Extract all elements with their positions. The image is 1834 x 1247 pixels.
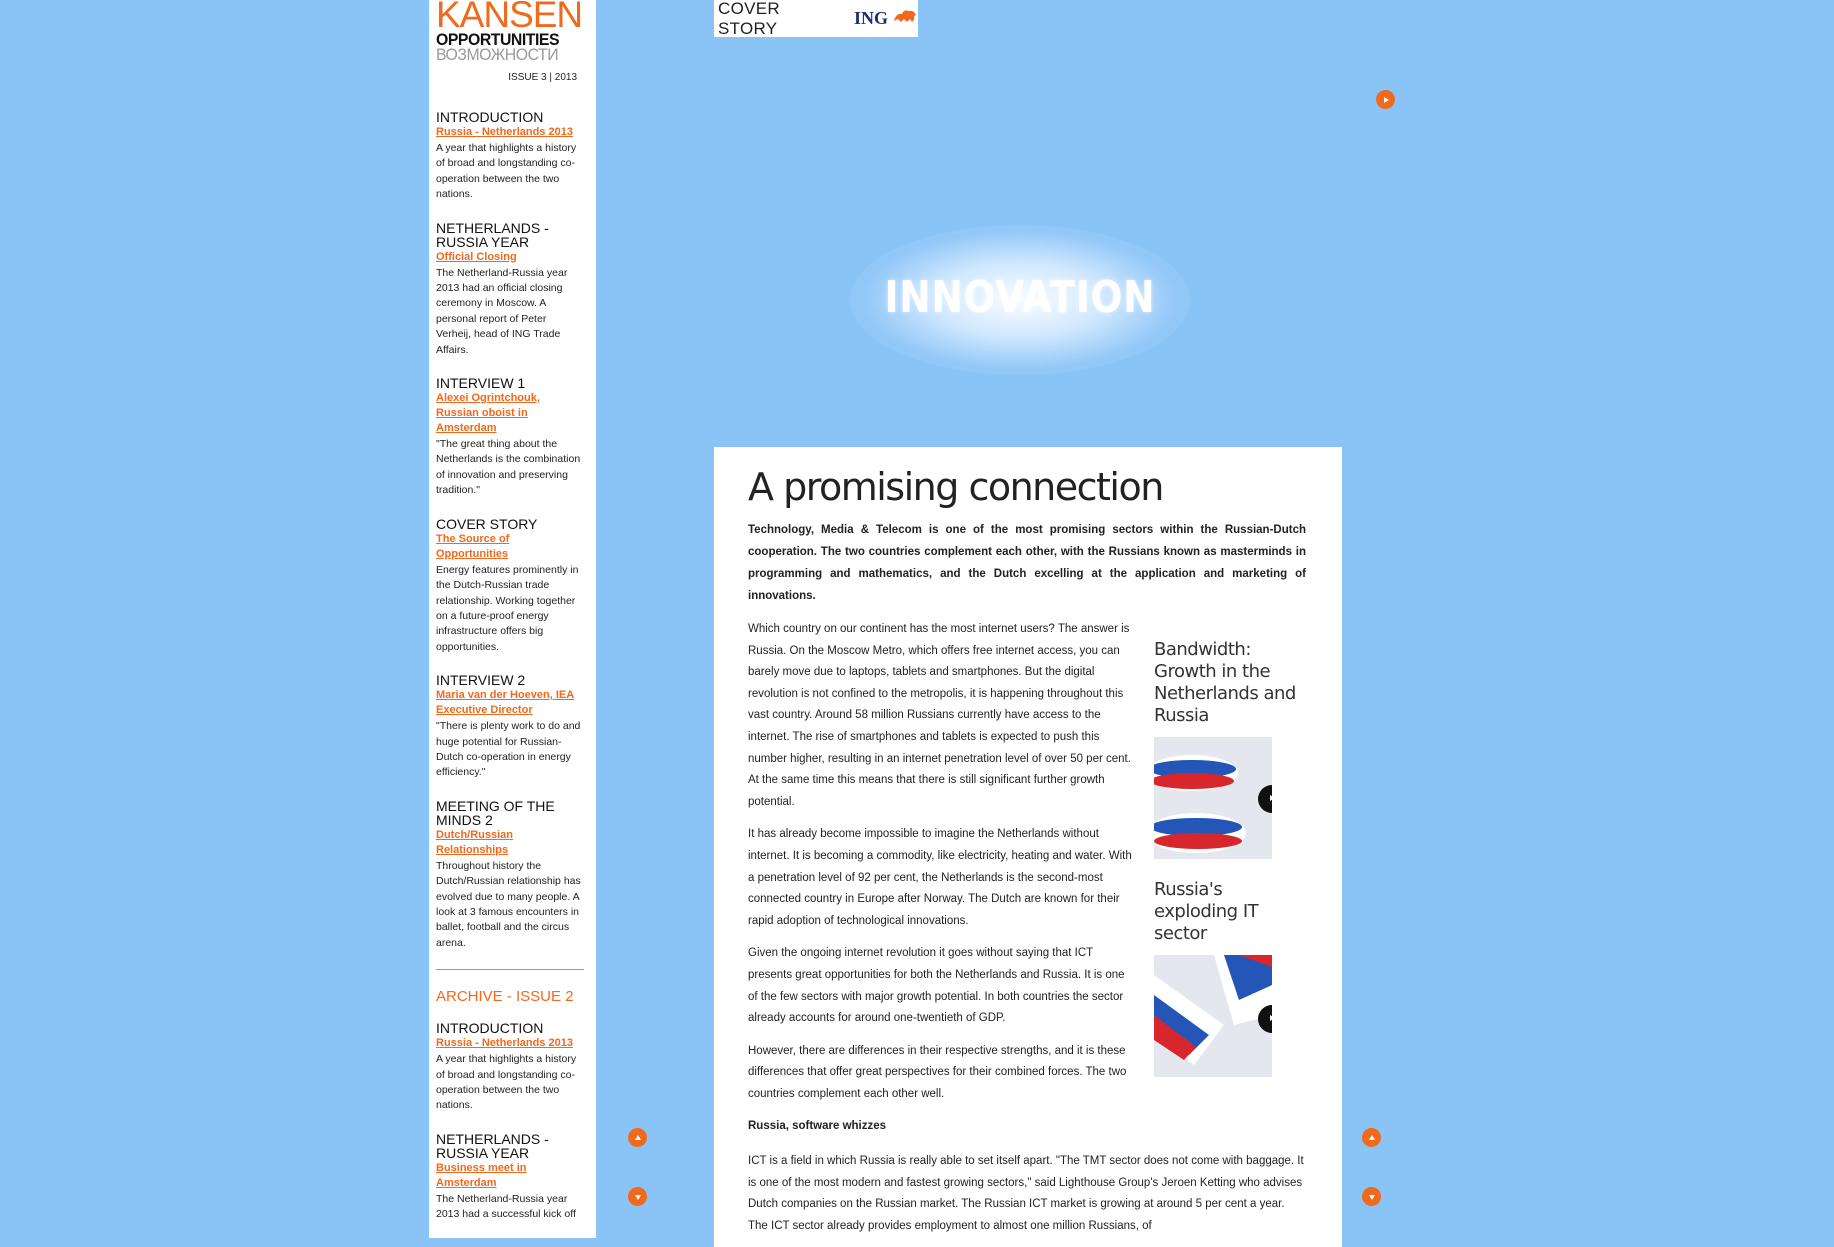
toc-description: The Netherland-Russia year 2013 had a su… bbox=[436, 1192, 576, 1221]
toc-description: Energy features prominently in the Dutch… bbox=[436, 563, 579, 653]
toc-link[interactable]: Business meet in Amsterdam bbox=[436, 1161, 584, 1191]
issue-label: ISSUE 3 | 2013 bbox=[508, 72, 577, 83]
toc-item: COVER STORY The Source of Opportunities … bbox=[436, 517, 584, 655]
toc-description: A year that highlights a history of broa… bbox=[436, 142, 577, 201]
paragraph: Given the ongoing internet revolution it… bbox=[748, 947, 1125, 1025]
arrow-up-icon bbox=[1368, 1134, 1376, 1142]
toc-item: INTRODUCTION Russia - Netherlands 2013 A… bbox=[436, 110, 584, 203]
subheading: Russia, software whizzes bbox=[748, 1120, 887, 1133]
logo-russian: ВОЗМОЖНОСТИ bbox=[436, 45, 559, 64]
arrow-down-icon bbox=[1368, 1193, 1376, 1201]
archive-item: NETHERLANDS - RUSSIA YEAR Business meet … bbox=[436, 1132, 584, 1223]
toc-link[interactable]: Russia - Netherlands 2013 bbox=[436, 125, 584, 140]
toc-item: MEETING OF THE MINDS 2 Dutch/Russian Rel… bbox=[436, 799, 584, 951]
cover-story-label: COVER STORY bbox=[718, 0, 780, 38]
russian-flags-image bbox=[1154, 955, 1272, 1077]
next-button[interactable] bbox=[1376, 90, 1395, 109]
cover-story-badge[interactable]: COVER STORY ING bbox=[714, 0, 918, 38]
video-thumbnail[interactable] bbox=[1154, 955, 1272, 1077]
toc-heading: INTRODUCTION bbox=[436, 1020, 544, 1037]
toc-link[interactable]: Alexei Ogrintchouk, Russian oboist in Am… bbox=[436, 391, 584, 436]
paragraph: However, there are differences in their … bbox=[748, 1044, 1127, 1100]
video-title: Russia's exploding IT sector bbox=[1154, 879, 1259, 944]
play-icon bbox=[1267, 790, 1272, 808]
paragraph: It has already become impossible to imag… bbox=[748, 828, 1132, 927]
ing-logo: ING bbox=[853, 8, 888, 28]
toc-item: NETHERLANDS - RUSSIA YEAR Official Closi… bbox=[436, 221, 584, 358]
scroll-up-button[interactable] bbox=[628, 1128, 647, 1147]
toc-item: INTERVIEW 1 Alexei Ogrintchouk, Russian … bbox=[436, 376, 584, 499]
video-sidebar: Bandwidth: Growth in the Netherlands and… bbox=[1154, 639, 1304, 1097]
toc-description: The Netherland-Russia year 2013 had an o… bbox=[436, 266, 568, 356]
sidebar: KANSEN OPPORTUNITIES ВОЗМОЖНОСТИ ISSUE 3… bbox=[429, 0, 596, 1238]
toc-description: "There is plenty work to do and huge pot… bbox=[436, 720, 581, 779]
article-lead: Technology, Media & Telecom is one of th… bbox=[748, 524, 1306, 602]
toc-heading: MEETING OF THE MINDS 2 bbox=[436, 797, 555, 828]
toc-heading: INTERVIEW 1 bbox=[436, 375, 526, 392]
article-body-full: ICT is a field in which Russia is really… bbox=[748, 1151, 1306, 1237]
table-of-contents: INTRODUCTION Russia - Netherlands 2013 A… bbox=[436, 110, 584, 1238]
archive-heading: ARCHIVE - ISSUE 2 bbox=[436, 988, 574, 1006]
toc-heading: NETHERLANDS - RUSSIA YEAR bbox=[436, 1130, 549, 1161]
toc-link[interactable]: Official Closing bbox=[436, 250, 584, 265]
toc-link[interactable]: The Source of Opportunities bbox=[436, 532, 584, 562]
paragraph: ICT is a field in which Russia is really… bbox=[748, 1155, 1304, 1232]
toc-heading: INTRODUCTION bbox=[436, 109, 544, 125]
toc-description: "The great thing about the Netherlands i… bbox=[436, 438, 581, 497]
toc-heading: NETHERLANDS - RUSSIA YEAR bbox=[436, 219, 549, 250]
toc-description: A year that highlights a history of broa… bbox=[436, 1053, 577, 1112]
video-title: Bandwidth: Growth in the Netherlands and… bbox=[1154, 639, 1296, 726]
logo-kansen[interactable]: KANSEN bbox=[436, 0, 583, 33]
toc-link[interactable]: Russia - Netherlands 2013 bbox=[436, 1036, 584, 1051]
paragraph: Which country on our continent has the m… bbox=[748, 623, 1131, 808]
toc-description: Throughout history the Dutch/Russian rel… bbox=[436, 859, 581, 949]
toc-link[interactable]: Dutch/Russian Relationships bbox=[436, 828, 584, 858]
arrow-up-icon bbox=[634, 1134, 642, 1142]
toc-item: INTERVIEW 2 Maria van der Hoeven, IEA Ex… bbox=[436, 673, 584, 781]
scroll-down-button[interactable] bbox=[628, 1187, 647, 1206]
article-title: A promising connection bbox=[748, 465, 1164, 509]
archive-item: INTRODUCTION Russia - Netherlands 2013 A… bbox=[436, 1021, 584, 1114]
play-right-icon bbox=[1382, 96, 1390, 104]
lion-icon bbox=[892, 7, 918, 30]
divider bbox=[436, 969, 584, 971]
scroll-down-button[interactable] bbox=[1362, 1187, 1381, 1206]
toc-heading: COVER STORY bbox=[436, 515, 538, 532]
bandwidth-image bbox=[1154, 737, 1272, 859]
scroll-up-button[interactable] bbox=[1362, 1128, 1381, 1147]
article: A promising connection Technology, Media… bbox=[714, 447, 1342, 1247]
toc-heading: INTERVIEW 2 bbox=[436, 672, 526, 689]
article-body: Which country on our continent has the m… bbox=[748, 619, 1133, 1149]
toc-link[interactable]: Maria van der Hoeven, IEA Executive Dire… bbox=[436, 688, 584, 718]
arrow-down-icon bbox=[634, 1193, 642, 1201]
hero-title: INNOVATION bbox=[884, 272, 1156, 323]
play-icon bbox=[1267, 1010, 1272, 1028]
video-thumbnail[interactable] bbox=[1154, 737, 1272, 859]
